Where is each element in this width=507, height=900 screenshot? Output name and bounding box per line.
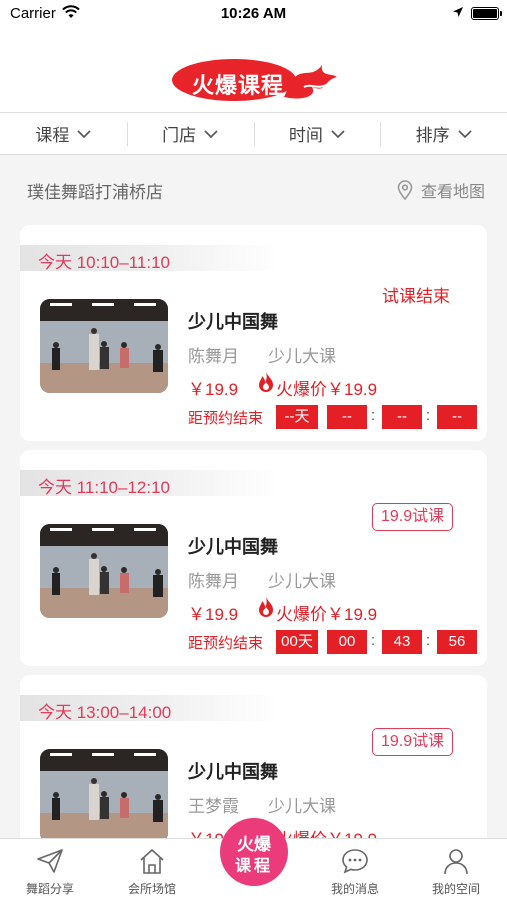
hot-course-tab-button[interactable]: 火爆 课程	[220, 818, 288, 886]
course-title: 少儿中国舞	[188, 762, 278, 782]
course-time: 今天 10:10–11:10	[38, 253, 170, 272]
filter-time[interactable]: 时间	[253, 113, 381, 154]
countdown-separator: :	[426, 632, 431, 649]
trial-badge-button[interactable]: 19.9试课	[372, 503, 454, 531]
filter-bar: 课程 门店 时间 排序	[0, 113, 507, 155]
countdown-seconds: 56	[437, 630, 477, 654]
hot-price: 火爆价￥19.9	[276, 380, 378, 399]
store-name: 璞佳舞蹈打浦桥店	[27, 183, 163, 202]
countdown-days: 00天	[276, 630, 318, 654]
map-pin-icon	[397, 180, 413, 200]
course-card[interactable]: 今天 11:10–12:10 19.9试课 少儿中国舞 陈舞月 少儿大课 ￥19…	[20, 450, 487, 666]
chevron-down-icon	[77, 129, 91, 138]
countdown-separator: :	[371, 632, 376, 649]
course-photo	[40, 299, 168, 393]
course-type: 少儿大课	[268, 797, 336, 816]
course-time: 今天 13:00–14:00	[38, 703, 172, 722]
filter-course-label: 课程	[35, 126, 70, 145]
location-arrow-icon	[453, 7, 463, 17]
teacher-name: 王梦霞	[188, 797, 239, 816]
tab-messages[interactable]: 我的消息	[305, 839, 405, 900]
countdown-minutes: 43	[382, 630, 422, 654]
countdown-separator: :	[426, 407, 431, 424]
course-photo	[40, 524, 168, 618]
course-card[interactable]: 今天 10:10–11:10 试课结束 少儿中国舞 陈舞月 少儿大课 ￥19.9…	[20, 225, 487, 441]
paper-plane-icon	[37, 849, 63, 873]
course-price: ￥19.9	[188, 605, 239, 624]
chevron-down-icon	[204, 129, 218, 138]
countdown-separator: :	[371, 407, 376, 424]
course-price: ￥19.9	[188, 380, 239, 399]
filter-course[interactable]: 课程	[0, 113, 127, 154]
chat-bubble-icon	[342, 849, 368, 874]
countdown-label: 距预约结束	[188, 635, 264, 652]
course-photo	[40, 749, 168, 843]
store-row: 璞佳舞蹈打浦桥店 查看地图	[0, 168, 507, 210]
person-icon	[444, 849, 468, 875]
view-map-label: 查看地图	[420, 184, 485, 201]
view-map-link[interactable]: 查看地图	[397, 178, 485, 202]
hot-price: 火爆价￥19.9	[276, 605, 378, 624]
house-icon	[140, 849, 164, 874]
tab-messages-label: 我的消息	[330, 882, 379, 896]
course-title: 少儿中国舞	[188, 537, 278, 557]
status-bar: Carrier 10:26 AM	[0, 0, 507, 28]
tab-my-space-label: 我的空间	[431, 882, 480, 896]
logo-text: 火爆课程	[191, 73, 284, 98]
course-title: 少儿中国舞	[188, 312, 278, 332]
course-type: 少儿大课	[268, 572, 336, 591]
countdown-hours: --	[327, 405, 367, 429]
filter-store-label: 门店	[162, 126, 197, 145]
trial-badge-button[interactable]: 19.9试课	[372, 728, 454, 756]
filter-time-label: 时间	[288, 126, 323, 145]
battery-icon	[471, 7, 502, 20]
filter-store[interactable]: 门店	[126, 113, 254, 154]
tab-venues[interactable]: 会所场馆	[102, 839, 202, 900]
tab-dance-share-label: 舞蹈分享	[25, 882, 74, 896]
status-time: 10:26 AM	[220, 5, 287, 22]
fire-icon	[259, 372, 273, 392]
filter-sort-label: 排序	[415, 126, 450, 145]
tab-dance-share[interactable]: 舞蹈分享	[0, 839, 100, 900]
chevron-down-icon	[458, 129, 472, 138]
teacher-name: 陈舞月	[188, 347, 239, 366]
countdown-hours: 00	[327, 630, 367, 654]
countdown-seconds: --	[437, 405, 477, 429]
course-type: 少儿大课	[268, 347, 336, 366]
chevron-down-icon	[331, 129, 345, 138]
fire-icon	[259, 597, 273, 617]
teacher-name: 陈舞月	[188, 572, 239, 591]
countdown-minutes: --	[382, 405, 422, 429]
filter-sort[interactable]: 排序	[380, 113, 507, 154]
countdown-label: 距预约结束	[188, 410, 264, 427]
tab-my-space[interactable]: 我的空间	[406, 839, 506, 900]
nav-header: 火爆课程	[0, 28, 507, 113]
tab-venues-label: 会所场馆	[127, 882, 176, 896]
center-button-line2: 课程	[234, 858, 273, 875]
course-time: 今天 11:10–12:10	[38, 478, 170, 497]
status-label: 试课结束	[382, 287, 450, 306]
countdown-days: --天	[276, 405, 318, 429]
